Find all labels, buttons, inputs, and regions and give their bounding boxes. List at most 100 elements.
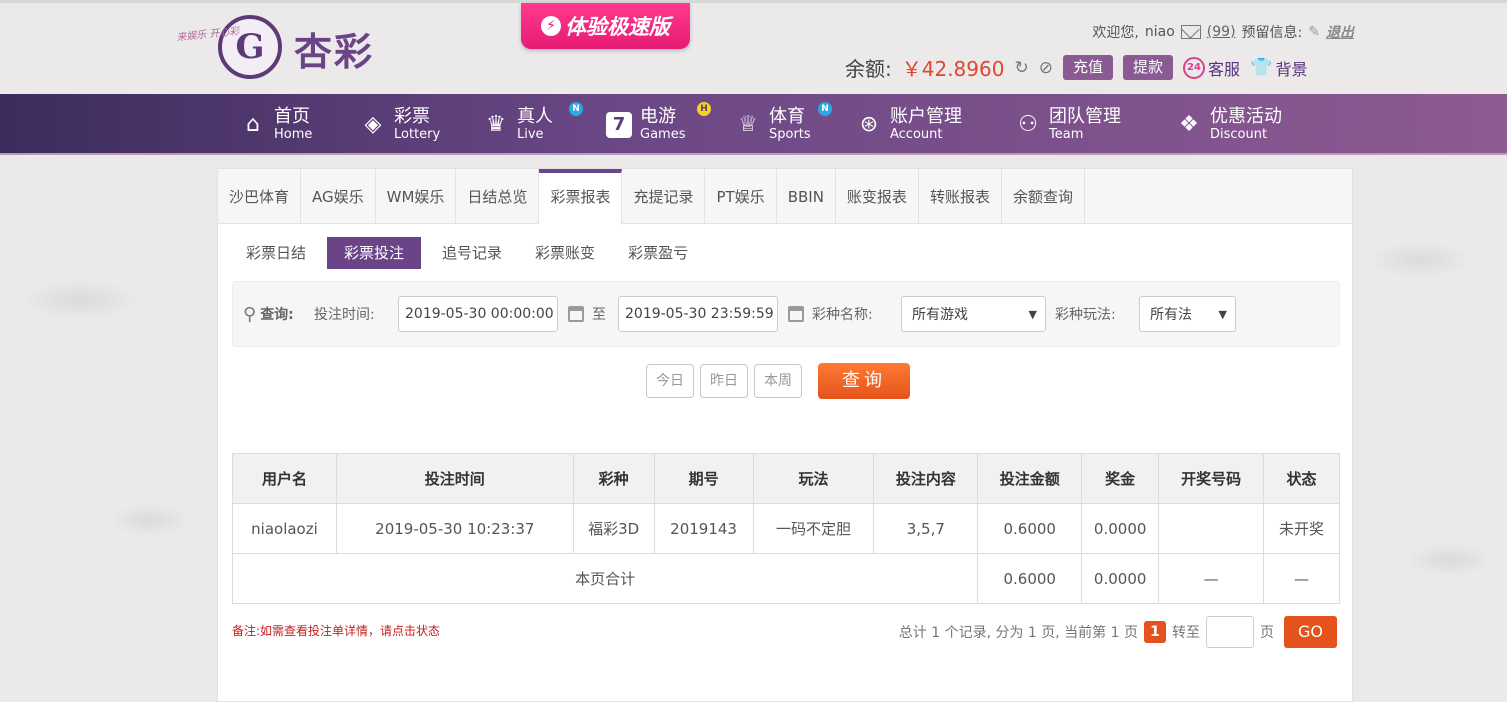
tab-saba-sports[interactable]: 沙巴体育 — [218, 169, 302, 224]
refresh-icon[interactable]: ↻ — [1014, 58, 1028, 78]
balance-value: ￥42.8960 — [901, 57, 1005, 81]
yen-coin-icon: ⊛ — [859, 112, 879, 137]
query-submit-button[interactable]: 查询 — [818, 363, 910, 399]
subtab-lottery-account-change[interactable]: 彩票账变 — [523, 237, 607, 269]
calendar-icon[interactable] — [788, 306, 804, 322]
col-header: 投注金额 — [977, 453, 1083, 504]
today-button[interactable]: 今日 — [646, 364, 694, 398]
nav-label: 首页 — [274, 106, 310, 127]
trophy-icon: ♕ — [738, 112, 758, 137]
play-value: 所有法 — [1150, 307, 1192, 323]
nav-item-home[interactable]: ⌂ 首页 Home — [240, 94, 312, 155]
this-week-button[interactable]: 本周 — [754, 364, 802, 398]
nav-label: 团队管理 — [1049, 106, 1121, 127]
tab-bbin[interactable]: BBIN — [777, 169, 836, 224]
nav-label: 账户管理 — [890, 106, 962, 127]
background-link[interactable]: 👕 背景 — [1250, 56, 1307, 80]
play-select[interactable]: 所有法 ▼ — [1139, 296, 1236, 332]
header: G 杏彩 来娱乐 开心彩 ⚡ 体验极速版 欢迎您, niao (99) 预留信息… — [0, 3, 1507, 94]
withdraw-button[interactable]: 提款 — [1122, 55, 1173, 80]
lottery-name-group: 所有游戏 ▼ — [901, 282, 1046, 346]
nav-sublabel: Lottery — [394, 127, 441, 142]
calendar-icon[interactable] — [568, 306, 584, 322]
end-time-input[interactable]: 2019-05-30 23:59:59 — [618, 296, 778, 332]
service-label: 客服 — [1208, 59, 1241, 79]
page-unit-label: 页 — [1260, 625, 1274, 641]
tab-daily-overview[interactable]: 日结总览 — [456, 169, 540, 224]
current-page-button[interactable]: 1 — [1144, 621, 1166, 643]
nav-item-lottery[interactable]: ◈ 彩票 Lottery — [360, 94, 441, 155]
nav-sublabel: Team — [1049, 127, 1084, 142]
mail-count-link[interactable]: (99) — [1207, 24, 1236, 40]
cell-bet-content: 3,5,7 — [873, 503, 979, 554]
deposit-button[interactable]: 充值 — [1062, 55, 1113, 80]
nav-item-account[interactable]: ⊛ 账户管理 Account — [856, 94, 962, 155]
tab-pt[interactable]: PT娱乐 — [705, 169, 777, 224]
tab-deposit-withdraw[interactable]: 充提记录 — [622, 169, 706, 224]
logout-link[interactable]: 退出 — [1326, 22, 1354, 42]
col-header: 彩种 — [572, 453, 655, 504]
mail-icon[interactable] — [1180, 25, 1201, 39]
tab-account-change[interactable]: 账变报表 — [836, 169, 919, 224]
tab-ag[interactable]: AG娱乐 — [301, 169, 376, 224]
col-header: 投注内容 — [873, 453, 979, 504]
shirt-icon: 👕 — [1250, 57, 1273, 78]
nav-item-discount[interactable]: ❖ 优惠活动 Discount — [1176, 94, 1282, 155]
lottery-name-label: 彩种名称: — [812, 307, 873, 323]
date-shortcut-row: 今日 昨日 本周 查询 — [646, 363, 910, 399]
subtab-lottery-daily[interactable]: 彩票日结 — [234, 237, 318, 269]
cell-period: 2019143 — [653, 503, 754, 554]
nav-item-sports[interactable]: ♕ 体育 Sports — [735, 94, 811, 155]
nav-item-team[interactable]: ⚇ 团队管理 Team — [1015, 94, 1121, 155]
tab-lottery-report[interactable]: 彩票报表 — [539, 169, 623, 225]
remark-note: 备注:如需查看投注单详情，请点击状态 — [232, 624, 441, 638]
username: niao — [1144, 24, 1175, 40]
subtotal-draw-dash: — — [1158, 553, 1265, 604]
nav-sublabel: Games — [640, 127, 686, 142]
lottery-name-value: 所有游戏 — [912, 307, 968, 323]
customer-service-link[interactable]: 24 客服 — [1183, 56, 1240, 80]
ticket-icon: ◈ — [364, 112, 382, 137]
tab-wm[interactable]: WM娱乐 — [376, 169, 457, 224]
balance-label: 余额: — [845, 57, 892, 81]
page-summary: 总计 1 个记录, 分为 1 页, 当前第 1 页 — [898, 625, 1138, 641]
search-icon: ⚲ — [243, 303, 257, 325]
goto-label: 转至 — [1172, 625, 1200, 641]
subtab-chase-records[interactable]: 追号记录 — [430, 237, 514, 269]
nav-item-games[interactable]: 7 电游 Games — [606, 94, 685, 155]
cell-username: niaolaozi — [232, 503, 337, 554]
yesterday-button[interactable]: 昨日 — [700, 364, 748, 398]
tab-balance-query[interactable]: 余额查询 — [1002, 169, 1085, 224]
slot-seven-icon: 7 — [606, 111, 632, 138]
lottery-subtabs: 彩票日结 彩票投注 追号记录 彩票账变 彩票盈亏 — [234, 237, 709, 269]
nav-item-live[interactable]: ♛ 真人 Live — [483, 94, 553, 155]
welcome-text: 欢迎您, — [1092, 25, 1139, 41]
subtotal-amount: 0.6000 — [977, 553, 1083, 604]
cell-status-link[interactable]: 未开奖 — [1263, 503, 1340, 554]
gift-icon: ❖ — [1179, 112, 1199, 137]
cell-bet-time: 2019-05-30 10:23:37 — [335, 503, 574, 554]
pagination: 总计 1 个记录, 分为 1 页, 当前第 1 页 1 转至 页 GO — [899, 616, 1337, 648]
col-header: 开奖号码 — [1158, 453, 1265, 504]
subtab-lottery-profit-loss[interactable]: 彩票盈亏 — [616, 237, 700, 269]
subtotal-label: 本页合计 — [231, 553, 979, 604]
promo-fast-version-button[interactable]: ⚡ 体验极速版 — [521, 3, 690, 49]
goto-page-input[interactable] — [1206, 616, 1254, 648]
lottery-name-select[interactable]: 所有游戏 ▼ — [901, 296, 1046, 332]
nav-sublabel: Live — [517, 127, 544, 142]
start-time-input[interactable]: 2019-05-30 00:00:00 — [398, 296, 558, 332]
hide-eye-icon[interactable]: ⊘ — [1039, 58, 1053, 78]
edit-icon[interactable]: ✎ — [1308, 24, 1320, 40]
tab-transfer-report[interactable]: 转账报表 — [919, 169, 1002, 224]
promo-label: 体验极速版 — [565, 15, 670, 39]
cell-bet-amount: 0.6000 — [977, 503, 1083, 554]
nav-sublabel: Home — [274, 127, 313, 142]
subtab-lottery-bets[interactable]: 彩票投注 — [327, 237, 422, 269]
nav-sublabel: Sports — [769, 127, 811, 142]
col-header: 奖金 — [1081, 453, 1160, 504]
go-button[interactable]: GO — [1284, 616, 1337, 648]
dealer-icon: ♛ — [486, 112, 506, 137]
table-header-row: 用户名 投注时间 彩种 期号 玩法 投注内容 投注金额 奖金 开奖号码 状态 — [232, 453, 1340, 504]
play-group: 所有法 ▼ — [1139, 282, 1236, 346]
service-24-icon: 24 — [1183, 56, 1205, 79]
